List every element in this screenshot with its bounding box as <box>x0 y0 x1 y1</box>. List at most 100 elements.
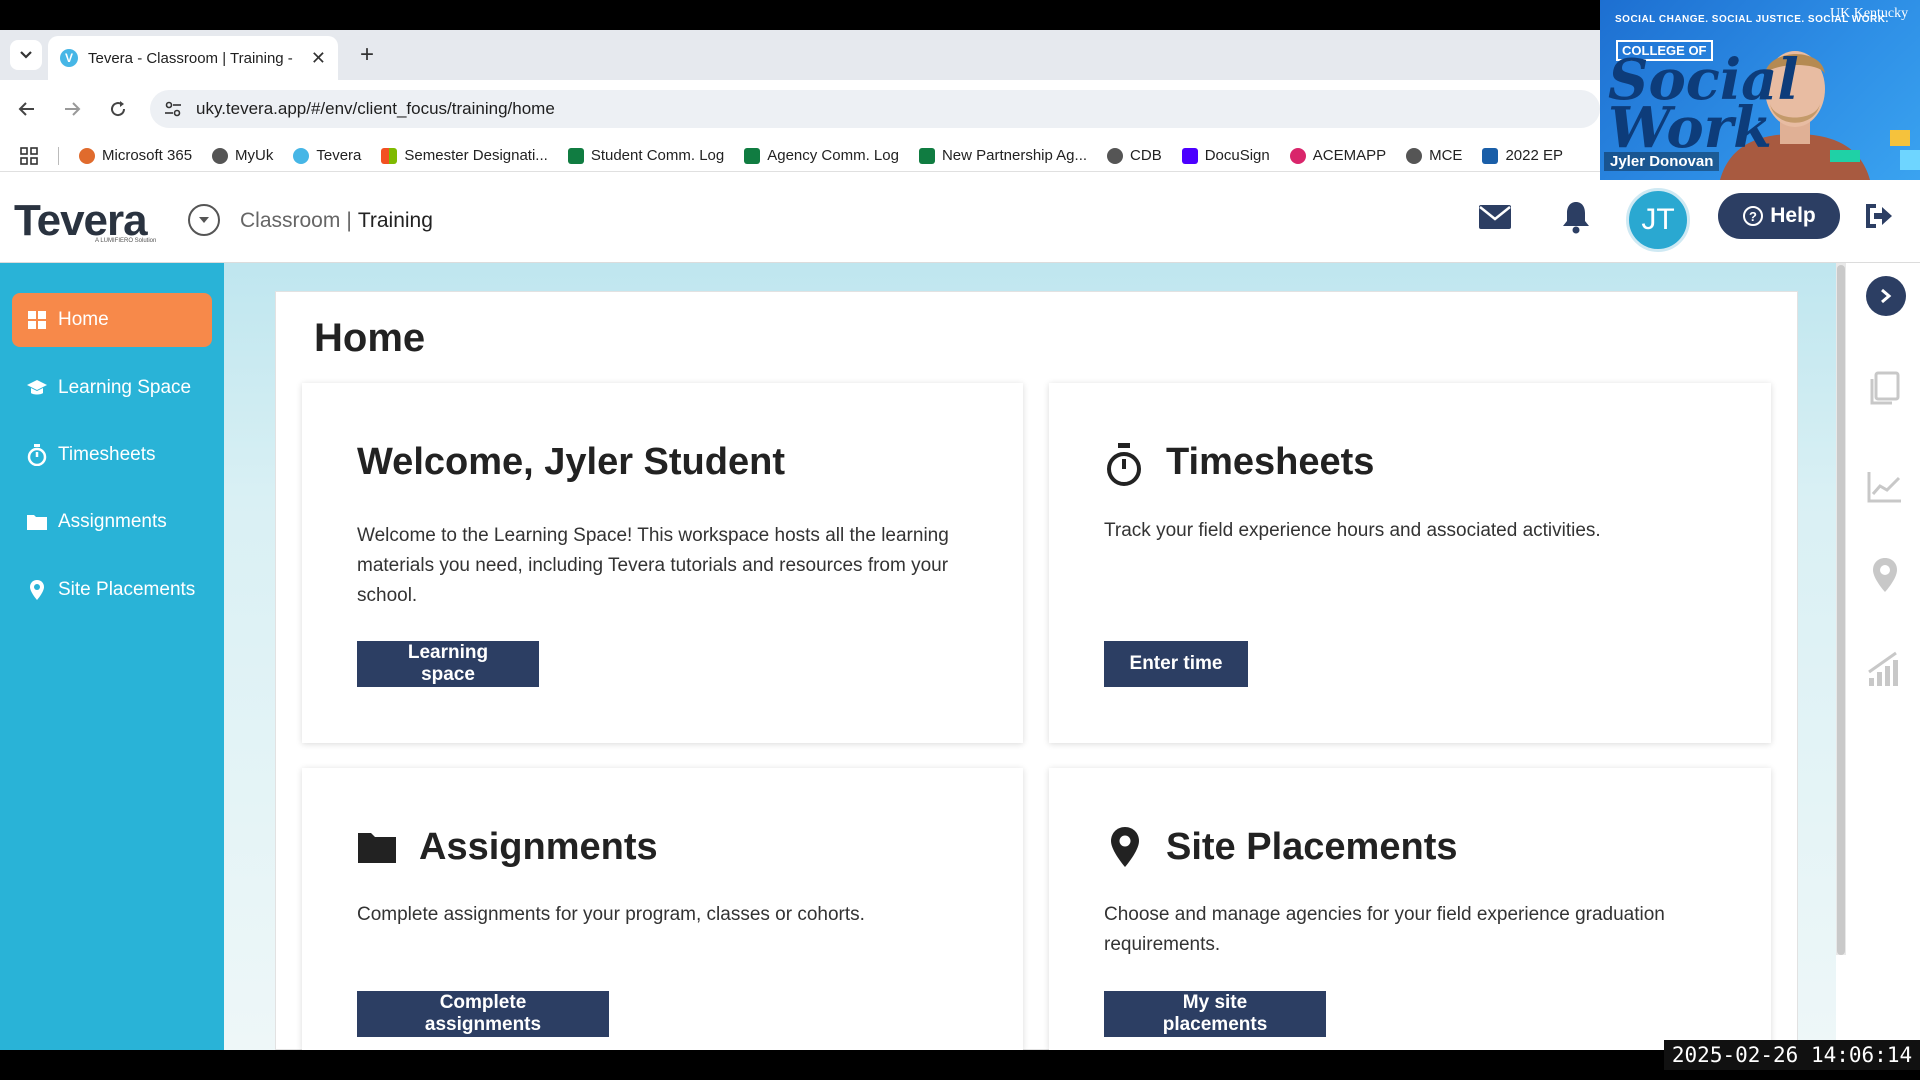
docusign-icon <box>1181 147 1198 164</box>
globe-icon <box>212 147 229 164</box>
sidebar-item-site-placements[interactable]: Site Placements <box>12 563 212 617</box>
card-text: Welcome to the Learning Space! This work… <box>357 525 949 606</box>
enter-time-button[interactable]: Enter time <box>1104 641 1248 687</box>
welcome-card: Welcome, Jyler Student Welcome to the Le… <box>302 383 1023 743</box>
documents-icon[interactable] <box>1866 370 1904 408</box>
card-text: Track your field experience hours and as… <box>1104 520 1601 541</box>
globe-icon <box>1107 147 1124 164</box>
bookmark-tevera[interactable]: Tevera <box>293 147 361 164</box>
logout-icon[interactable] <box>1862 200 1894 232</box>
chevron-right-icon <box>1881 288 1892 304</box>
bookmark-acemapp[interactable]: ACEMAPP <box>1289 147 1386 164</box>
breadcrumb-current: Training <box>357 209 433 232</box>
scrollbar-thumb[interactable] <box>1837 265 1845 955</box>
url-text: uky.tevera.app/#/env/client_focus/traini… <box>196 99 555 118</box>
recording-timestamp: 2025-02-26 14:06:14 <box>1664 1040 1920 1070</box>
breadcrumb: Classroom | Training <box>240 209 433 233</box>
card-title: Welcome, Jyler Student <box>357 441 785 483</box>
complete-assignments-button[interactable]: Complete assignments <box>357 991 609 1037</box>
college-script-text: Social Work <box>1608 47 1799 161</box>
breadcrumb-separator: | <box>346 209 352 232</box>
bookmark-mce[interactable]: MCE <box>1406 147 1462 164</box>
grid-icon <box>26 309 48 331</box>
excel-icon <box>567 147 584 164</box>
sidebar-item-home[interactable]: Home <box>12 293 212 347</box>
forward-arrow-icon[interactable] <box>57 94 87 124</box>
folder-icon <box>26 511 48 533</box>
university-logo: UK Kentucky <box>1830 6 1909 21</box>
card-text: Complete assignments for your program, c… <box>357 904 865 925</box>
document-icon <box>1482 147 1499 164</box>
card-title: Timesheets <box>1166 441 1375 483</box>
line-chart-icon[interactable] <box>1866 468 1904 506</box>
bookmark-docusign[interactable]: DocuSign <box>1181 147 1270 164</box>
bookmark-cdb[interactable]: CDB <box>1107 147 1162 164</box>
sidebar-item-label: Learning Space <box>58 377 192 398</box>
sidebar-item-learning-space[interactable]: Learning Space <box>12 361 212 415</box>
participant-name: Jyler Donovan <box>1604 152 1720 171</box>
excel-icon <box>744 147 761 164</box>
timesheets-card: Timesheets Track your field experience h… <box>1049 383 1771 743</box>
tevera-icon <box>293 147 310 164</box>
help-button[interactable]: ? Help <box>1718 193 1840 239</box>
bookmark-new-partnership[interactable]: New Partnership Ag... <box>918 147 1087 164</box>
question-circle-icon: ? <box>1743 206 1764 226</box>
card-text: Choose and manage agencies for your fiel… <box>1104 904 1665 955</box>
bookmark-semester-designation[interactable]: Semester Designati... <box>381 147 548 164</box>
avatar[interactable]: JT <box>1626 188 1690 252</box>
site-settings-icon[interactable] <box>164 101 182 117</box>
map-pin-icon[interactable] <box>1866 556 1904 594</box>
decor-block <box>1900 150 1920 170</box>
learning-space-button[interactable]: Learning space <box>357 641 539 687</box>
close-icon[interactable]: ✕ <box>311 48 326 69</box>
svg-text:?: ? <box>1749 209 1757 224</box>
sidebar-item-label: Site Placements <box>58 579 196 600</box>
site-placements-card: Site Placements Choose and manage agenci… <box>1049 768 1771 1050</box>
tab-title: Tevera - Classroom | Training - <box>88 49 293 67</box>
sidebar-item-label: Home <box>58 309 109 330</box>
bookmark-2022-ep[interactable]: 2022 EP <box>1482 147 1563 164</box>
stopwatch-icon <box>1107 443 1141 486</box>
bookmark-student-comm-log[interactable]: Student Comm. Log <box>567 147 724 164</box>
context-switcher-button[interactable] <box>188 204 220 236</box>
breadcrumb-parent[interactable]: Classroom <box>240 209 340 233</box>
graduation-cap-icon <box>26 377 48 399</box>
reload-icon[interactable] <box>103 94 133 124</box>
sidebar-item-label: Assignments <box>58 511 167 532</box>
new-tab-button[interactable]: + <box>352 40 382 70</box>
sidebar-item-assignments[interactable]: Assignments <box>12 495 212 549</box>
sidebar-item-timesheets[interactable]: Timesheets <box>12 428 212 482</box>
map-pin-icon <box>1111 827 1139 867</box>
page-title: Home <box>314 316 426 360</box>
bookmark-agency-comm-log[interactable]: Agency Comm. Log <box>744 147 899 164</box>
bookmarks-divider <box>58 146 59 165</box>
assignments-card: Assignments Complete assignments for you… <box>302 768 1023 1050</box>
my-site-placements-button[interactable]: My site placements <box>1104 991 1326 1037</box>
acemapp-icon <box>1289 147 1306 164</box>
card-title: Assignments <box>419 826 658 868</box>
microsoft-365-icon <box>79 147 95 164</box>
tevera-favicon-icon: V <box>60 49 78 67</box>
bell-icon[interactable] <box>1561 200 1591 234</box>
mail-icon[interactable] <box>1478 204 1512 230</box>
bar-chart-icon[interactable] <box>1866 650 1904 688</box>
stopwatch-icon <box>26 444 48 466</box>
chevron-down-icon <box>20 51 32 59</box>
browser-tab[interactable]: V Tevera - Classroom | Training - ✕ <box>48 36 338 80</box>
back-arrow-icon[interactable] <box>12 94 42 124</box>
folder-icon <box>358 833 396 863</box>
sidebar: Home Learning Space Timesheets Assignmen… <box>0 263 224 1050</box>
bookmark-myuk[interactable]: MyUk <box>212 147 273 164</box>
bookmark-microsoft-365[interactable]: Microsoft 365 <box>79 147 192 164</box>
address-bar[interactable]: uky.tevera.app/#/env/client_focus/traini… <box>150 90 1600 128</box>
tab-search-button[interactable] <box>10 40 42 70</box>
rail-expand-button[interactable] <box>1866 276 1906 316</box>
screen: V Tevera - Classroom | Training - ✕ + uk… <box>0 0 1920 1080</box>
apps-grid-icon[interactable] <box>20 146 38 165</box>
sidebar-item-label: Timesheets <box>58 444 156 465</box>
microsoft-icon <box>381 147 398 164</box>
caret-down-icon <box>199 217 209 223</box>
map-pin-icon <box>26 579 48 601</box>
globe-icon <box>1406 147 1423 164</box>
card-title: Site Placements <box>1166 826 1458 868</box>
